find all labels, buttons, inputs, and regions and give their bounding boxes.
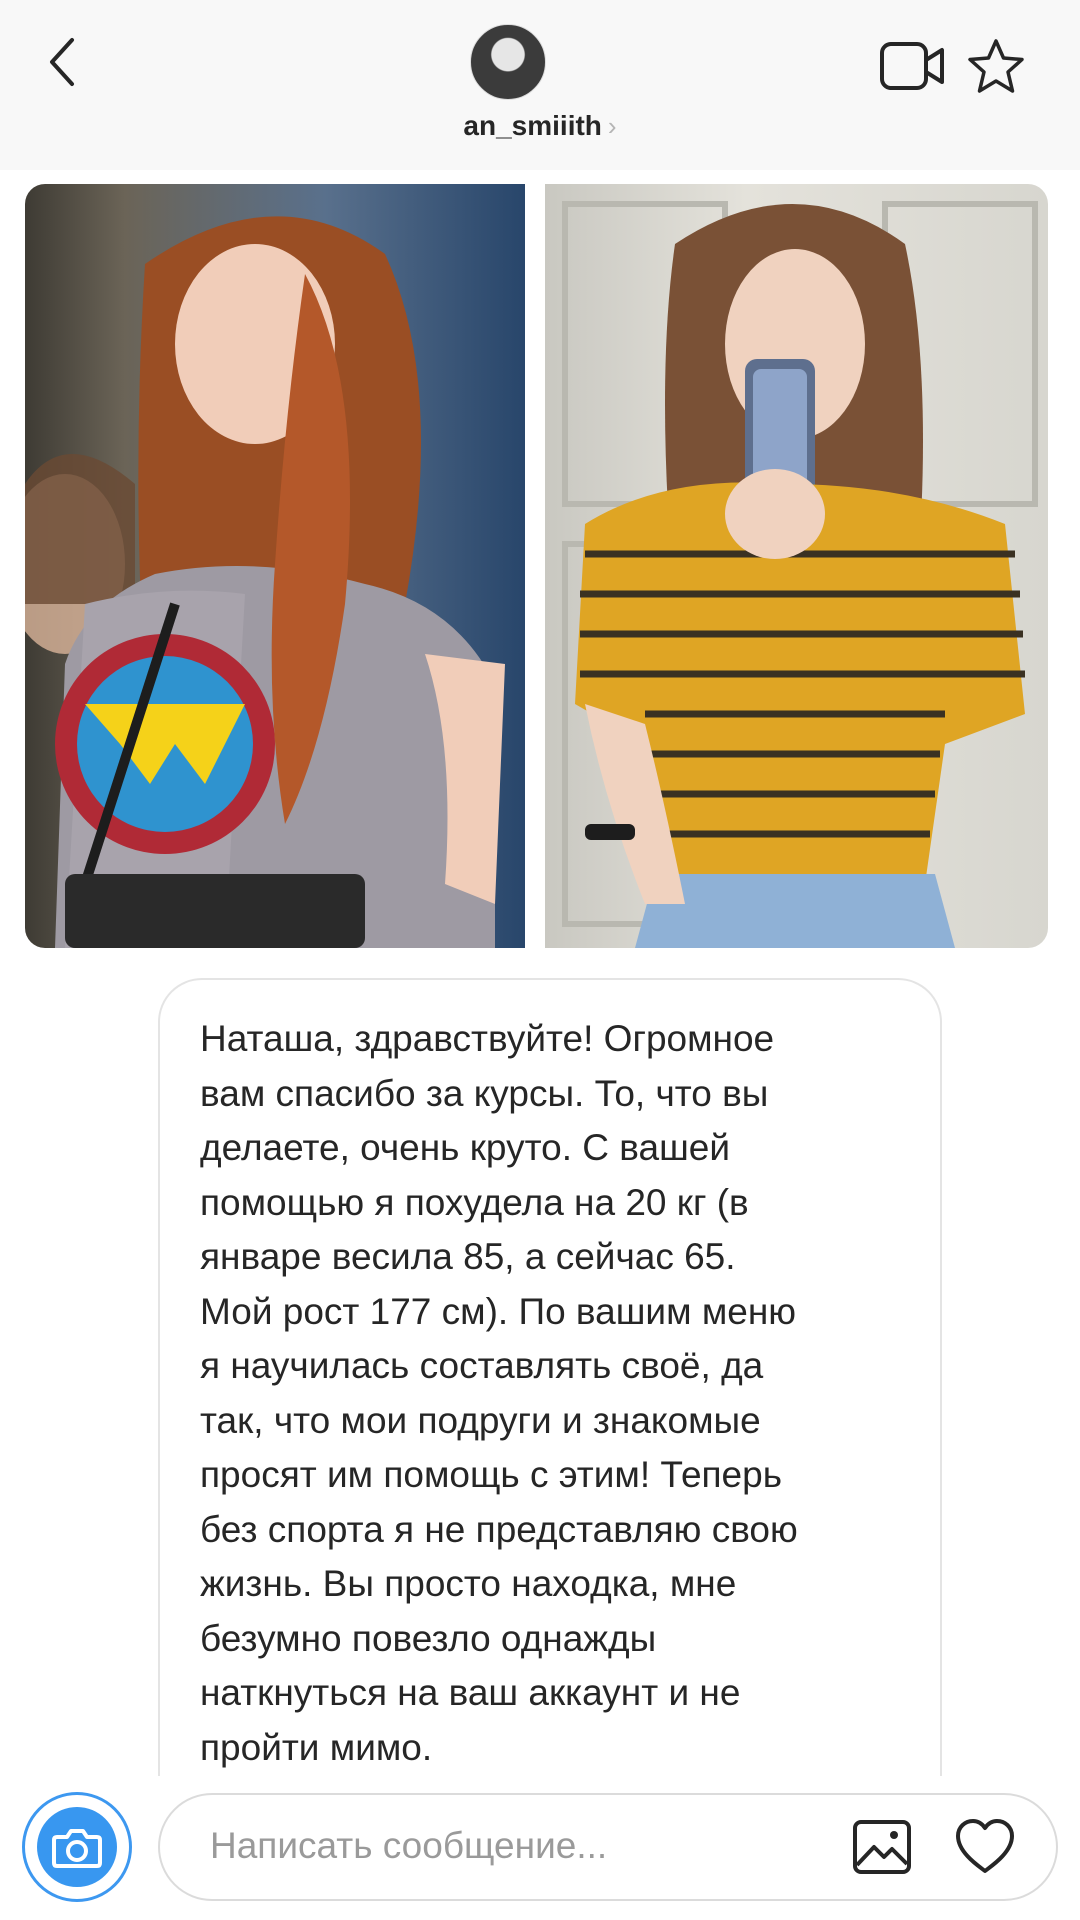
- message-bubble[interactable]: Наташа, здравствуйте! Огромное вам спаси…: [158, 978, 942, 1788]
- back-button[interactable]: [40, 32, 90, 92]
- gallery-button[interactable]: [850, 1815, 914, 1879]
- camera-icon: [52, 1829, 102, 1868]
- photo-divider: [525, 184, 545, 948]
- favorite-button[interactable]: [965, 36, 1027, 98]
- star-outline-icon: [968, 39, 1024, 93]
- before-photo-illustration: [25, 216, 505, 948]
- heart-outline-icon: [956, 1819, 1014, 1873]
- username: an_smiiith: [463, 110, 602, 141]
- like-button[interactable]: [952, 1815, 1018, 1879]
- username-link[interactable]: an_smiiith ›: [0, 110, 1080, 142]
- before-photo: [25, 184, 525, 948]
- after-photo: [545, 184, 1048, 948]
- camera-button-fill: [37, 1807, 117, 1887]
- message-text: Наташа, здравствуйте! Огромное вам спаси…: [200, 1018, 798, 1768]
- video-call-button[interactable]: [878, 38, 948, 94]
- after-photo-illustration: [562, 201, 1038, 948]
- message-input[interactable]: Написать сообщение...: [158, 1793, 1058, 1901]
- photo-message[interactable]: [25, 184, 1048, 948]
- chevron-right-icon: ›: [607, 111, 617, 141]
- video-camera-icon: [880, 42, 944, 90]
- image-gallery-icon: [853, 1820, 911, 1874]
- avatar[interactable]: [470, 24, 546, 100]
- chevron-left-icon: [50, 38, 74, 86]
- chat-header: an_smiiith ›: [0, 0, 1080, 170]
- camera-button[interactable]: [22, 1792, 132, 1902]
- message-input-placeholder: Написать сообщение...: [210, 1825, 608, 1866]
